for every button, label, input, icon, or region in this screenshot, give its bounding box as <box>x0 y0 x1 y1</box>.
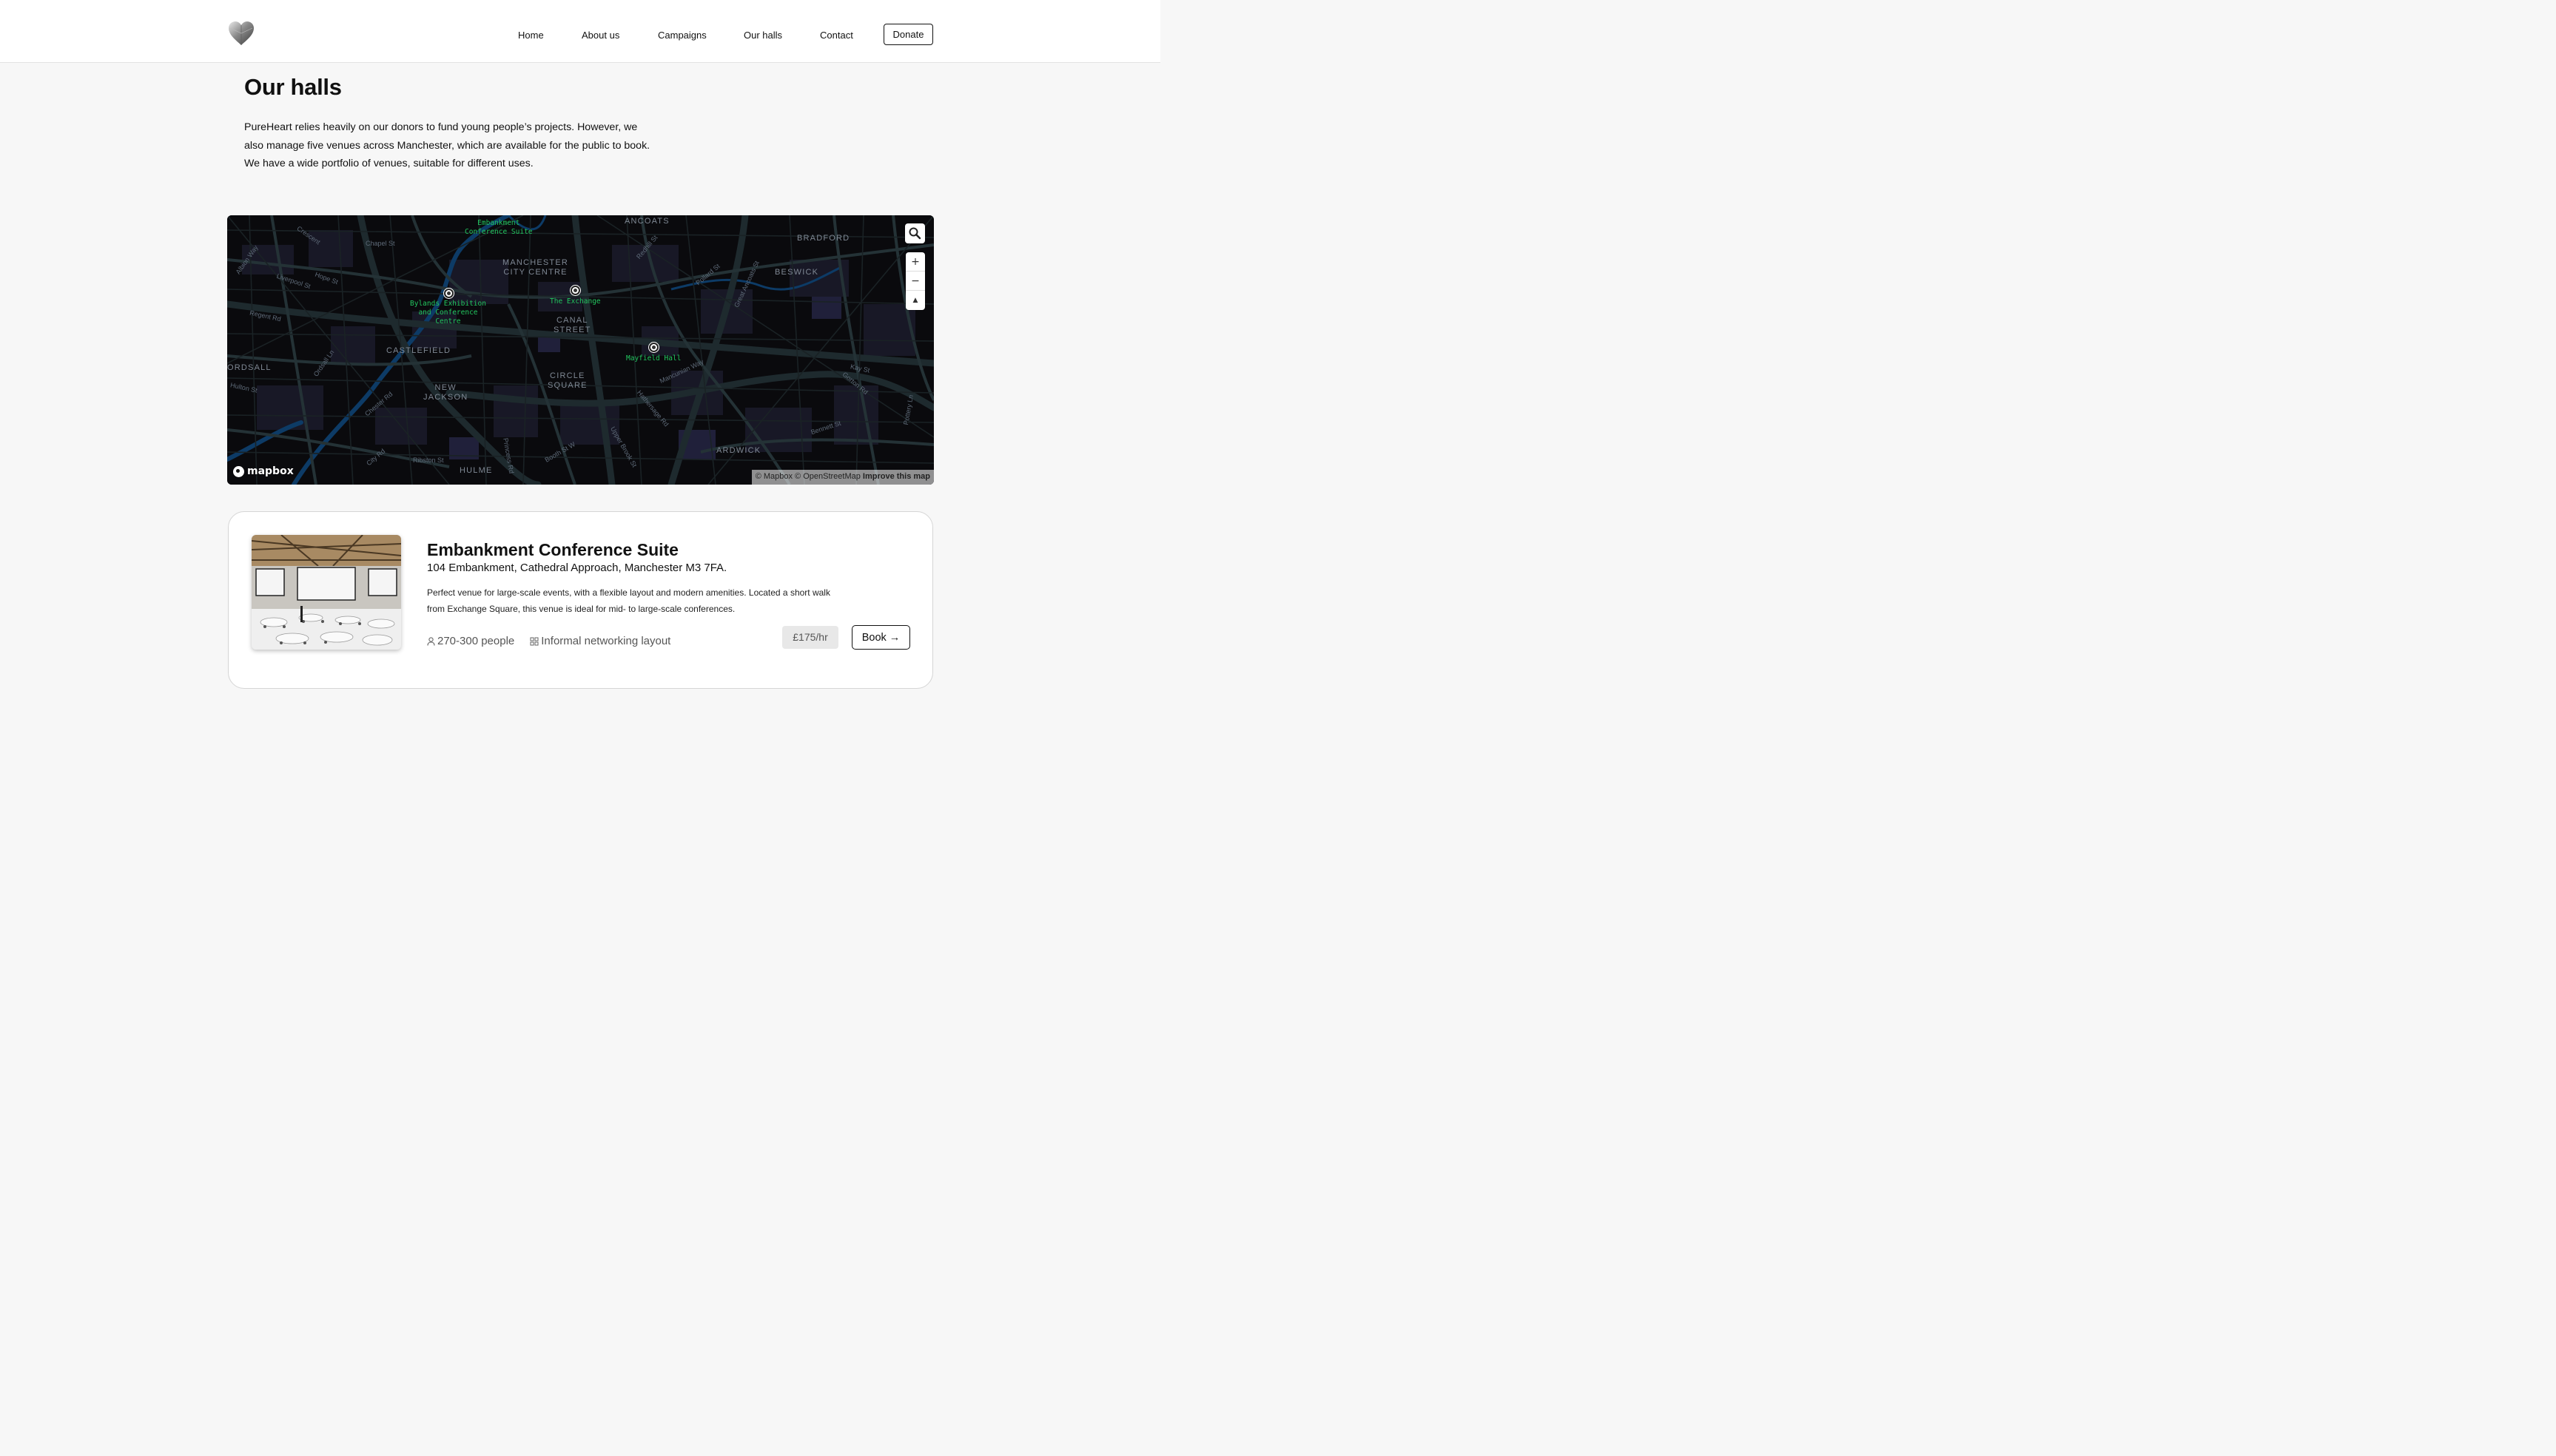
venue-marker-the-exchange[interactable] <box>571 286 580 295</box>
district-label: CASTLEFIELD <box>386 346 451 355</box>
venue-layout: Informal networking layout <box>541 635 671 647</box>
map-attribution: © Mapbox © OpenStreetMap Improve this ma… <box>751 470 934 485</box>
venue-title: Embankment Conference Suite <box>427 540 679 559</box>
page-title: Our halls <box>244 74 342 100</box>
map-search-button[interactable] <box>905 223 925 243</box>
compass-button[interactable]: ▲ <box>906 291 925 310</box>
nav-contact[interactable]: Contact <box>820 30 853 41</box>
nav-our-halls[interactable]: Our halls <box>744 30 782 41</box>
nav-home[interactable]: Home <box>518 30 544 41</box>
zoom-in-button[interactable]: + <box>906 252 925 272</box>
improve-map-link[interactable]: Improve this map <box>863 472 930 481</box>
venue-capacity: 270-300 people <box>437 635 515 647</box>
district-label: ANCOATS <box>625 217 670 226</box>
venue-label: Bylands Exhibition and Conference Centre <box>410 300 486 326</box>
donate-button[interactable]: Donate <box>884 24 933 45</box>
street-label: Chapel St <box>366 240 395 247</box>
map-zoom-controls: + − ▲ <box>906 252 925 310</box>
main-nav: Home About us Campaigns Our halls Contac… <box>0 24 1160 46</box>
district-label: CIRCLE SQUARE <box>548 371 588 390</box>
mapbox-logo-icon <box>233 465 244 477</box>
zoom-out-button[interactable]: − <box>906 272 925 291</box>
nav-about-us[interactable]: About us <box>582 30 619 41</box>
book-button[interactable]: Book → <box>852 625 910 650</box>
map-base-layer <box>227 215 934 485</box>
venue-label: Embankment Conference Suite <box>465 219 533 236</box>
nav-campaigns[interactable]: Campaigns <box>658 30 707 41</box>
district-label: ARDWICK <box>716 446 761 455</box>
district-label: MANCHESTER CITY CENTRE <box>502 258 569 277</box>
price-badge: £175/hr <box>782 626 838 649</box>
venue-label: Mayfield Hall <box>626 354 682 363</box>
site-header: Home About us Campaigns Our halls Contac… <box>0 0 1160 63</box>
district-label: CANAL STREET <box>554 316 591 334</box>
venue-meta: 270-300 people Informal networking layou… <box>427 635 670 647</box>
street-label: Ribston St <box>413 456 444 464</box>
mapbox-logo[interactable]: mapbox <box>233 465 294 477</box>
venue-photo <box>252 535 401 650</box>
venue-marker-bylands[interactable] <box>444 289 454 298</box>
intro-text: PureHeart relies heavily on our donors t… <box>244 121 650 170</box>
venue-address: 104 Embankment, Cathedral Approach, Manc… <box>427 562 727 574</box>
district-label: HULME <box>460 466 493 475</box>
district-label: BESWICK <box>775 268 819 277</box>
venue-card: Embankment Conference Suite 104 Embankme… <box>228 511 933 689</box>
conference-room-image <box>252 535 401 650</box>
venue-marker-mayfield-hall[interactable] <box>649 343 659 352</box>
venue-description: Perfect venue for large-scale events, wi… <box>427 587 830 614</box>
venues-map[interactable]: ANCOATS BRADFORD MANCHESTER CITY CENTRE … <box>227 215 934 485</box>
person-icon <box>427 636 435 646</box>
layout-grid-icon <box>530 637 539 645</box>
district-label: BRADFORD <box>797 234 850 243</box>
district-label: ORDSALL <box>227 363 272 372</box>
search-icon <box>909 227 921 240</box>
venue-label: The Exchange <box>550 297 601 306</box>
district-label: NEW JACKSON <box>423 383 468 402</box>
